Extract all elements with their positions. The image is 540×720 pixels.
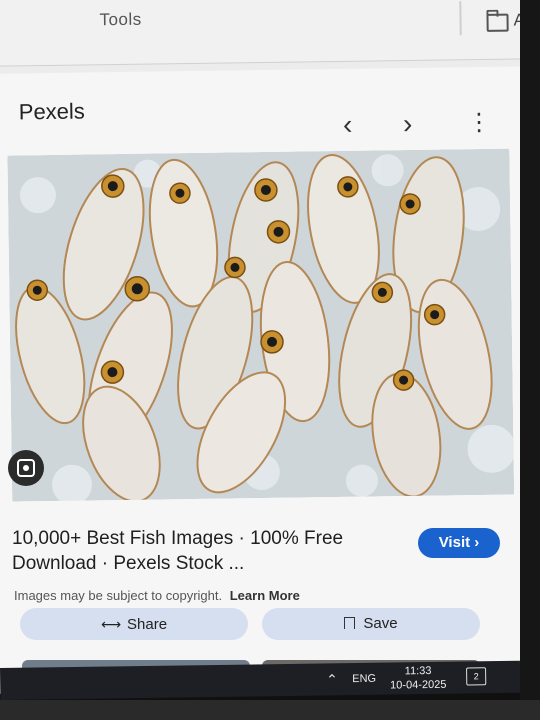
copyright-notice: Images may be subject to copyright. Lear…	[14, 588, 300, 603]
search-toolbar: Tools All	[0, 0, 540, 67]
fish-photo[interactable]	[7, 148, 515, 502]
save-label: Save	[363, 615, 398, 632]
visit-button-label: Visit	[438, 534, 471, 551]
clock-time: 11:33	[404, 664, 432, 678]
chevron-right-icon: ›	[474, 534, 480, 551]
bookmark-icon	[344, 617, 356, 629]
result-title-line-2[interactable]: Download · Pexels Stock ...	[12, 551, 402, 576]
folder-icon[interactable]	[486, 13, 509, 32]
more-vert-icon[interactable]: ⋮	[467, 109, 491, 136]
visit-button[interactable]: Visit ›	[418, 528, 500, 558]
monitor-bezel	[520, 0, 540, 720]
desk-surface	[0, 700, 540, 720]
learn-more-link[interactable]: Learn More	[230, 588, 300, 603]
clock-date: 10-04-2025	[390, 678, 447, 692]
toolbar-divider	[459, 1, 462, 36]
notification-icon[interactable]: 2	[466, 667, 487, 686]
source-name[interactable]: Pexels	[19, 99, 85, 126]
result-title-line-1[interactable]: 10,000+ Best Fish Images · 100% Free	[12, 526, 402, 551]
tools-tab[interactable]: Tools	[99, 10, 141, 31]
google-lens-icon[interactable]	[8, 450, 44, 486]
chevron-left-icon[interactable]: ‹	[343, 109, 353, 140]
result-title[interactable]: 10,000+ Best Fish Images · 100% Free Dow…	[12, 526, 402, 576]
windows-taskbar: ⌃ ENG 11:33 10-04-2025 2	[0, 660, 521, 700]
taskbar-clock[interactable]: 11:33 10-04-2025	[388, 664, 448, 693]
share-label: Share	[127, 616, 168, 633]
language-indicator[interactable]: ENG	[352, 673, 376, 685]
tray-expand-icon[interactable]: ⌃	[326, 671, 338, 688]
copyright-text: Images may be subject to copyright.	[14, 588, 223, 603]
share-button[interactable]: ⟷ Share	[20, 608, 248, 640]
save-button[interactable]: Save	[262, 608, 480, 640]
chevron-right-icon[interactable]: ›	[403, 108, 413, 139]
share-icon: ⟷	[100, 616, 122, 632]
